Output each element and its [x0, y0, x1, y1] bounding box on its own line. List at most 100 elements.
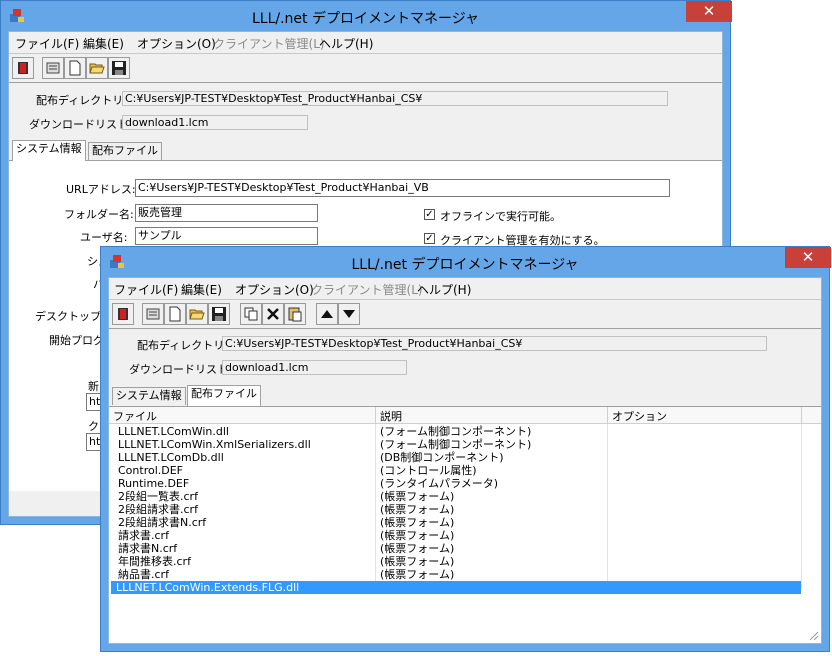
- folder-input[interactable]: 販売管理: [135, 204, 318, 222]
- desc-cell: (帳票フォーム): [380, 568, 455, 581]
- file-cell: 2段組一覧表.crf: [118, 490, 198, 503]
- table-row[interactable]: 請求書N.crf (帳票フォーム): [111, 542, 801, 555]
- table-row-selected[interactable]: LLLNET.LComWin.Extends.FLG.dll: [111, 581, 801, 594]
- close-button[interactable]: ✕: [686, 1, 732, 22]
- download-list-label: ダウンロードリスト:: [29, 118, 132, 131]
- front-client: ファイル(F) 編集(E) オプション(O) クライアント管理(L) ヘルプ(H…: [108, 277, 822, 644]
- window-title: LLL/.net デプロイメントマネージャ: [351, 257, 579, 273]
- menu-client-mgmt[interactable]: クライアント管理(L): [213, 35, 325, 52]
- column-divider[interactable]: [801, 407, 802, 423]
- save-button[interactable]: [108, 57, 130, 79]
- save-icon: [112, 61, 126, 75]
- menu-file[interactable]: ファイル(F): [114, 281, 178, 298]
- download-list-label: ダウンロードリスト:: [129, 363, 232, 376]
- paste-button[interactable]: [284, 303, 306, 325]
- resize-grip-icon[interactable]: [807, 629, 819, 641]
- new-file-icon: [169, 306, 181, 322]
- exit-button[interactable]: [112, 303, 134, 325]
- move-down-button[interactable]: [338, 303, 360, 325]
- menu-edit[interactable]: 編集(E): [181, 281, 222, 298]
- file-cell: LLLNET.LComDb.dll: [118, 451, 224, 464]
- grid-header: ファイル 説明 オプション: [109, 407, 821, 424]
- folder-label: フォルダー名:: [64, 208, 134, 221]
- desc-cell: (帳票フォーム): [380, 490, 455, 503]
- move-up-button[interactable]: [316, 303, 338, 325]
- menu-help[interactable]: ヘルプ(H): [319, 35, 373, 52]
- table-row[interactable]: LLLNET.LComDb.dll (DB制御コンポーネント): [111, 451, 801, 464]
- properties-button[interactable]: [42, 57, 64, 79]
- save-button[interactable]: [208, 303, 230, 325]
- start-program-label: 開始プログ: [49, 334, 104, 347]
- tab-dist-files[interactable]: 配布ファイル: [88, 142, 162, 160]
- tab-system-info[interactable]: システム情報: [12, 140, 86, 161]
- menu-client-mgmt[interactable]: クライアント管理(L): [311, 281, 423, 298]
- desc-cell: (帳票フォーム): [380, 555, 455, 568]
- table-row[interactable]: 納品書.crf (帳票フォーム): [111, 568, 801, 581]
- desc-cell: (ランタイムパラメータ): [380, 477, 499, 490]
- tab-system-info[interactable]: システム情報: [112, 387, 186, 405]
- table-row[interactable]: 2段組一覧表.crf (帳票フォーム): [111, 490, 801, 503]
- new-button[interactable]: [164, 303, 186, 325]
- table-row[interactable]: LLLNET.LComWin.XmlSerializers.dll (フォーム制御…: [111, 438, 801, 451]
- column-file[interactable]: ファイル: [113, 408, 157, 424]
- file-cell: Runtime.DEF: [118, 477, 190, 490]
- file-cell: 2段組請求書N.crf: [118, 516, 207, 529]
- open-button[interactable]: [186, 303, 208, 325]
- front-titlebar[interactable]: LLL/.net デプロイメントマネージャ ✕: [101, 247, 831, 277]
- menu-options[interactable]: オプション(O): [235, 281, 314, 298]
- offline-checkbox[interactable]: ✓: [424, 209, 435, 220]
- file-cell: 納品書.crf: [118, 568, 169, 581]
- table-row[interactable]: 年間推移表.crf (帳票フォーム): [111, 555, 801, 568]
- exit-button[interactable]: [12, 57, 34, 79]
- table-row[interactable]: Runtime.DEF (ランタイムパラメータ): [111, 477, 801, 490]
- user-input[interactable]: サンプル: [135, 227, 318, 245]
- client-mgmt-checkbox[interactable]: ✓: [424, 233, 435, 244]
- file-cell: LLLNET.LComWin.dll: [118, 425, 229, 438]
- desc-cell: (フォーム制御コンポーネント): [380, 438, 532, 451]
- save-icon: [212, 307, 226, 321]
- delete-button[interactable]: [262, 303, 284, 325]
- table-row[interactable]: 請求書.crf (帳票フォーム): [111, 529, 801, 542]
- column-option[interactable]: オプション: [612, 408, 667, 424]
- offline-label: オフラインで実行可能。: [440, 210, 561, 223]
- menu-edit[interactable]: 編集(E): [83, 35, 124, 52]
- table-row[interactable]: Control.DEF (コントロール属性): [111, 464, 801, 477]
- folder-open-icon: [189, 309, 205, 320]
- menu-options[interactable]: オプション(O): [137, 35, 216, 52]
- dist-dir-label: 配布ディレクトリ:: [137, 339, 228, 352]
- tab-dist-files[interactable]: 配布ファイル: [187, 385, 261, 406]
- paste-icon: [288, 307, 302, 322]
- open-button[interactable]: [86, 57, 108, 79]
- file-cell: Control.DEF: [118, 464, 184, 477]
- tab-strip: システム情報 配布ファイル: [109, 385, 821, 406]
- new-button[interactable]: [64, 57, 86, 79]
- desc-cell: (帳票フォーム): [380, 542, 455, 555]
- file-cell: 年間推移表.crf: [118, 555, 191, 568]
- copy-icon: [244, 307, 258, 321]
- properties-button[interactable]: [142, 303, 164, 325]
- column-divider[interactable]: [607, 407, 608, 423]
- table-row[interactable]: 2段組請求書N.crf (帳票フォーム): [111, 516, 801, 529]
- menu-file[interactable]: ファイル(F): [15, 35, 79, 52]
- arrow-up-icon: [321, 310, 333, 318]
- desc-cell: (帳票フォーム): [380, 529, 455, 542]
- download-list-value: download1.lcm: [222, 360, 407, 375]
- properties-icon: [146, 308, 160, 320]
- new-file-icon: [69, 60, 81, 76]
- toolbar: [109, 299, 821, 329]
- url-input[interactable]: C:¥Users¥JP-TEST¥Desktop¥Test_Product¥Ha…: [135, 179, 670, 197]
- arrow-down-icon: [343, 310, 355, 318]
- delete-icon: [267, 308, 279, 320]
- tab-strip: システム情報 配布ファイル: [9, 140, 722, 161]
- close-button[interactable]: ✕: [785, 247, 831, 268]
- table-row[interactable]: LLLNET.LComWin.dll (フォーム制御コンポーネント): [111, 425, 801, 438]
- table-row[interactable]: 2段組請求書.crf (帳票フォーム): [111, 503, 801, 516]
- menu-help[interactable]: ヘルプ(H): [417, 281, 471, 298]
- dist-dir-value: C:¥Users¥JP-TEST¥Desktop¥Test_Product¥Ha…: [122, 91, 668, 106]
- column-divider[interactable]: [375, 407, 376, 423]
- column-description[interactable]: 説明: [380, 408, 402, 424]
- copy-button[interactable]: [240, 303, 262, 325]
- download-list-value: download1.lcm: [122, 115, 308, 130]
- back-titlebar[interactable]: LLL/.net デプロイメントマネージャ ✕: [1, 1, 732, 31]
- file-cell: LLLNET.LComWin.Extends.FLG.dll: [116, 581, 300, 594]
